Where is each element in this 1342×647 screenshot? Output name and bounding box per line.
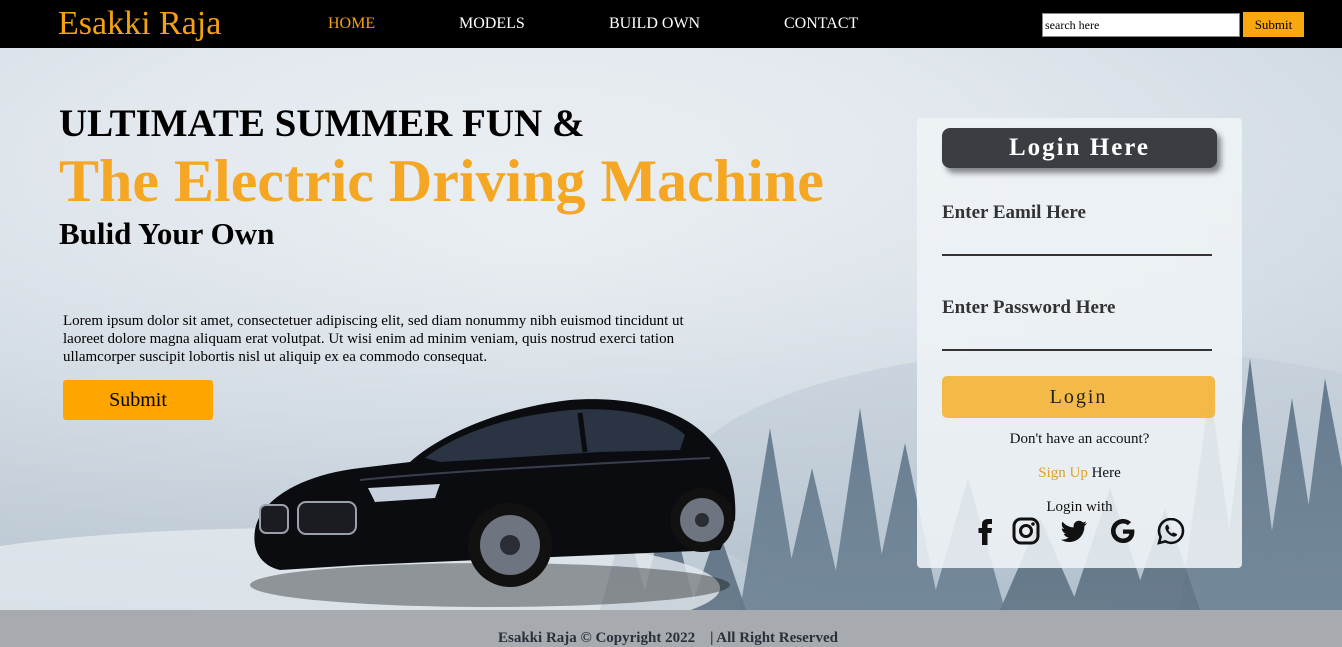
nav-build-own[interactable]: BUILD OWN [609,14,700,34]
password-field[interactable] [942,321,1212,351]
search-input[interactable] [1042,13,1240,37]
login-button[interactable]: Login [942,376,1215,418]
signup-suffix: Here [1087,465,1121,481]
navbar: Esakki Raja HOME MODELS BUILD OWN CONTAC… [0,0,1342,48]
search-submit-button[interactable]: Submit [1243,12,1304,37]
instagram-icon[interactable] [1010,515,1042,547]
google-icon[interactable] [1107,515,1139,547]
hero-submit-button[interactable]: Submit [63,380,213,420]
car-image [250,399,736,607]
whatsapp-icon[interactable] [1155,515,1187,547]
nav-home[interactable]: HOME [328,14,375,34]
email-label: Enter Eamil Here [942,202,1086,223]
hero-heading-ultimate: ULTIMATE SUMMER FUN & [59,102,585,145]
logo[interactable]: Esakki Raja [58,4,221,44]
hero-paragraph: Lorem ipsum dolor sit amet, consectetuer… [63,313,684,365]
hero-heading-build: Bulid Your Own [59,216,275,251]
facebook-icon[interactable] [969,515,1001,547]
footer: Esakki Raja © Copyright 2022 | All Right… [0,610,1342,647]
login-card: Login Here Enter Eamil Here Enter Passwo… [917,118,1242,568]
footer-copyright: Esakki Raja © Copyright 2022 | All Right… [498,630,838,646]
signup-line: Sign Up Here [917,465,1242,482]
password-label: Enter Password Here [942,297,1116,318]
login-title: Login Here [942,128,1217,168]
nav-contact[interactable]: CONTACT [784,14,858,34]
nav-models[interactable]: MODELS [459,14,525,34]
email-field[interactable] [942,226,1212,256]
hero-heading-machine: The Electric Driving Machine [59,148,824,214]
twitter-icon[interactable] [1058,515,1090,547]
login-with-text: Login with [1046,499,1113,515]
no-account-text: Don't have an account? [1009,431,1150,447]
signup-link[interactable]: Sign Up [1038,465,1088,481]
